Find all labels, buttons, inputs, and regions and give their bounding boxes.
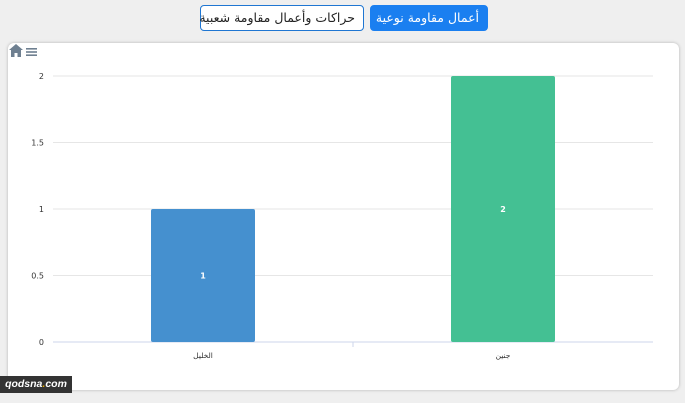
y-tick-label: 0 <box>39 338 44 347</box>
chart-card: 0 0.5 1 1.5 2 1 الخليل 2 جنين <box>8 43 679 390</box>
y-tick-label: 2 <box>39 72 44 81</box>
home-icon[interactable] <box>9 44 23 57</box>
site-watermark: qodsna.com <box>0 376 72 393</box>
top-toolbar: حراكات وأعمال مقاومة شعبية أعمال مقاومة … <box>0 0 685 40</box>
chart-toolbar <box>9 44 37 57</box>
qualitative-resistance-button[interactable]: أعمال مقاومة نوعية <box>370 5 488 31</box>
y-tick-label: 1.5 <box>31 139 44 148</box>
menu-icon[interactable] <box>26 48 37 56</box>
bar-chart: 0 0.5 1 1.5 2 1 الخليل 2 جنين <box>31 72 653 360</box>
y-tick-label: 1 <box>39 205 44 214</box>
data-label: 2 <box>500 205 506 214</box>
popular-resistance-button[interactable]: حراكات وأعمال مقاومة شعبية <box>199 5 364 31</box>
y-tick-label: 0.5 <box>31 272 44 281</box>
data-label: 1 <box>200 272 206 281</box>
x-tick-label: الخليل <box>193 351 213 360</box>
x-tick-label: جنين <box>496 351 511 360</box>
